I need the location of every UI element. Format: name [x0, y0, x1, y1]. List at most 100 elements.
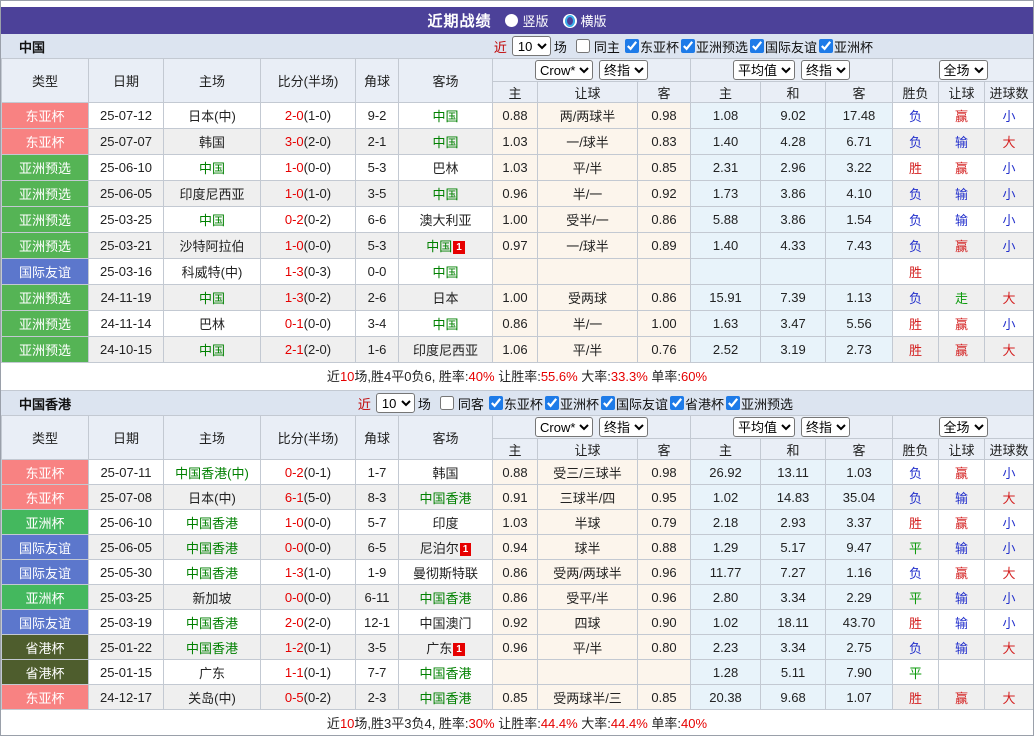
average-select[interactable]: 平均值	[733, 417, 796, 437]
type-cell: 亚洲预选	[1, 180, 89, 207]
same-venue-label: 同主	[593, 39, 620, 55]
summary-value: 33.3%	[610, 369, 648, 384]
bk-away-odds-cell: 0.80	[636, 634, 692, 660]
result-goals-cell	[984, 659, 1033, 685]
competition-filter-省港杯[interactable]: 省港杯	[668, 394, 724, 413]
avg-home-odds-cell: 1.40	[690, 232, 762, 259]
competition-checkbox[interactable]	[544, 396, 559, 410]
corner-cell: 5-3	[355, 232, 399, 259]
bk-away-odds-cell: 0.76	[636, 336, 692, 363]
scope-select[interactable]: 全场	[938, 417, 988, 437]
result-goals-cell: 小	[984, 102, 1033, 129]
competition-filter-亚洲杯[interactable]: 亚洲杯	[543, 394, 599, 413]
score-cell: 1-0(0-0)	[260, 154, 356, 181]
same-venue-label: 同客	[457, 396, 484, 412]
avg-draw-odds-cell: 9.68	[760, 684, 827, 710]
col-avg-away: 客	[825, 81, 894, 103]
home-team-cell: 中国	[163, 154, 261, 181]
competition-filter-国际友谊[interactable]: 国际友谊	[599, 394, 668, 413]
summary-value: 10	[339, 369, 355, 384]
competition-checkbox[interactable]	[818, 39, 833, 53]
col-res-wdl: 胜负	[892, 81, 940, 103]
avg-draw-odds-cell: 4.33	[760, 232, 827, 259]
bookmaker-select[interactable]: Crow*	[535, 417, 594, 437]
avg-home-odds-cell: 1.28	[690, 659, 762, 685]
competition-checkbox[interactable]	[725, 396, 740, 410]
radio-horizontal-layout[interactable]: 横版	[562, 11, 607, 30]
summary-text: 场,胜4平0负6, 胜率:	[354, 369, 469, 384]
bk-home-odds-cell: 0.96	[492, 634, 538, 660]
competition-checkbox[interactable]	[749, 39, 764, 53]
bookmaker-select[interactable]: Crow*	[535, 60, 594, 80]
bk-home-odds-cell: 1.03	[492, 154, 538, 181]
competition-checkbox[interactable]	[680, 39, 695, 53]
avg-home-odds-cell: 1.02	[690, 484, 762, 510]
avg-away-odds-cell: 7.90	[825, 659, 894, 685]
result-goals-cell: 大	[984, 336, 1033, 363]
average-select-cell: 平均值 终指	[690, 415, 894, 439]
competition-filter-东亚杯[interactable]: 东亚杯	[487, 394, 543, 413]
recent-count-select[interactable]: 10	[375, 393, 415, 413]
bookmaker-period-select[interactable]: 终指	[599, 417, 649, 437]
bk-home-odds-cell	[492, 258, 538, 285]
score-cell: 1-0(0-0)	[260, 509, 356, 535]
corner-cell: 7-7	[355, 659, 399, 685]
competition-filter-东亚杯[interactable]: 东亚杯	[623, 37, 679, 56]
filter-bar: 中国 近 10 场 同主 东亚杯 亚洲预选 国际友谊 亚洲杯	[1, 34, 1033, 58]
same-venue-checkbox[interactable]	[439, 396, 454, 410]
away-team-cell: 中国	[398, 128, 493, 155]
corner-cell: 3-4	[355, 310, 399, 337]
competition-checkbox[interactable]	[600, 396, 615, 410]
result-wdl-cell: 胜	[892, 336, 940, 363]
type-cell: 省港杯	[1, 659, 89, 685]
competition-checkbox[interactable]	[488, 396, 503, 410]
summary-value: 60%	[681, 369, 708, 384]
avg-home-odds-cell: 2.80	[690, 584, 762, 610]
corner-cell: 1-9	[355, 559, 399, 585]
corner-cell: 9-2	[355, 102, 399, 129]
bk-home-odds-cell: 0.94	[492, 534, 538, 560]
competition-filter-国际友谊[interactable]: 国际友谊	[748, 37, 817, 56]
bk-handicap-cell: 半/一	[537, 310, 638, 337]
average-select[interactable]: 平均值	[733, 60, 796, 80]
away-team-cell: 中国 1	[398, 232, 493, 259]
avg-away-odds-cell: 9.47	[825, 534, 894, 560]
matches-table-china: 类型 日期 主场 比分(半场) 角球 客场 Crow* 终指 平均值 终指 全场…	[1, 58, 1033, 363]
summary-text: 让胜率:	[494, 369, 541, 384]
avg-away-odds-cell: 43.70	[825, 609, 894, 635]
home-team-cell: 科威特(中)	[163, 258, 261, 285]
competition-filter-亚洲预选[interactable]: 亚洲预选	[724, 394, 793, 413]
avg-away-odds-cell: 1.07	[825, 684, 894, 710]
bk-away-odds-cell: 0.88	[636, 534, 692, 560]
competition-label: 东亚杯	[639, 39, 679, 55]
recent-count-select[interactable]: 10	[511, 36, 551, 56]
competition-checkbox[interactable]	[669, 396, 684, 410]
type-cell: 亚洲预选	[1, 154, 89, 181]
radio-vertical-layout[interactable]: 竖版	[505, 11, 549, 30]
result-goals-cell: 小	[984, 154, 1033, 181]
summary-value: 44.4%	[610, 716, 648, 731]
average-period-select[interactable]: 终指	[801, 417, 851, 437]
scope-select[interactable]: 全场	[938, 60, 988, 80]
col-res-handicap: 让球	[938, 81, 986, 103]
avg-draw-odds-cell: 3.34	[760, 634, 827, 660]
bk-handicap-cell: 平/半	[537, 634, 638, 660]
competition-filter-亚洲杯[interactable]: 亚洲杯	[817, 37, 873, 56]
bookmaker-period-select[interactable]: 终指	[599, 60, 649, 80]
same-venue-checkbox[interactable]	[575, 39, 590, 53]
date-cell: 25-07-11	[88, 459, 164, 485]
average-period-select[interactable]: 终指	[801, 60, 851, 80]
match-row: 国际友谊 25-03-16 科威特(中) 1-3(0-3) 0-0 中国 胜	[1, 258, 1033, 285]
bk-handicap-cell	[537, 659, 638, 685]
competition-label: 亚洲杯	[833, 39, 873, 55]
col-avg-draw: 和	[760, 81, 827, 103]
date-cell: 25-05-30	[88, 559, 164, 585]
home-team-cell: 日本(中)	[163, 102, 261, 129]
col-score: 比分(半场)	[260, 415, 356, 460]
avg-home-odds-cell	[690, 258, 762, 285]
bk-home-odds-cell: 0.97	[492, 232, 538, 259]
competition-filter-亚洲预选[interactable]: 亚洲预选	[679, 37, 748, 56]
away-team-cell: 韩国	[398, 459, 493, 485]
avg-away-odds-cell: 1.54	[825, 206, 894, 233]
competition-checkbox[interactable]	[624, 39, 639, 53]
